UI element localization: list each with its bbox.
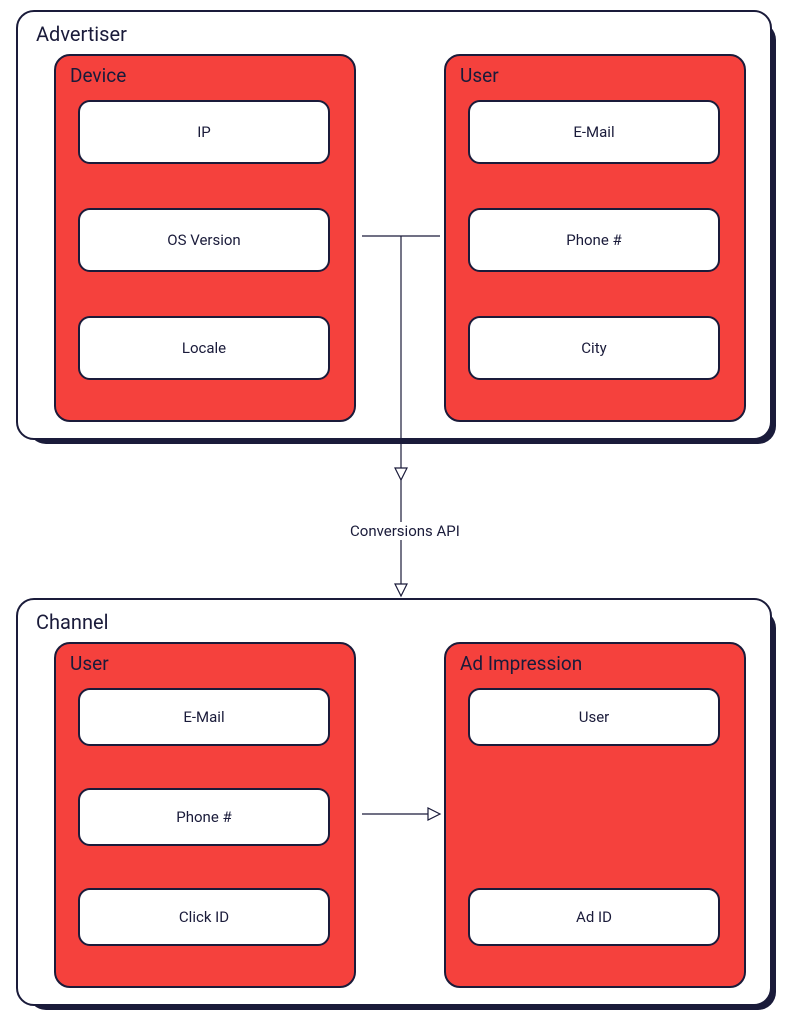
- device-item-ip-text: IP: [197, 123, 211, 141]
- adimp-adid: Ad ID: [468, 888, 720, 946]
- channel-user-group: User E-Mail Phone # Click ID: [54, 642, 356, 988]
- ch-user-phone: Phone #: [78, 788, 330, 846]
- device-item-locale: Locale: [78, 316, 330, 380]
- ch-user-email-text: E-Mail: [183, 708, 224, 726]
- channel-user-label: User: [70, 652, 109, 675]
- adv-user-phone: Phone #: [468, 208, 720, 272]
- ad-impression-label: Ad Impression: [460, 652, 582, 675]
- adv-user-email-text: E-Mail: [573, 123, 614, 141]
- adimp-adid-text: Ad ID: [576, 908, 612, 926]
- device-label: Device: [70, 64, 126, 87]
- device-item-ip: IP: [78, 100, 330, 164]
- channel-container: Channel User E-Mail Phone # Click ID Ad …: [16, 598, 772, 1006]
- ch-user-email: E-Mail: [78, 688, 330, 746]
- advertiser-label: Advertiser: [36, 22, 127, 46]
- adimp-user-text: User: [579, 708, 610, 726]
- advertiser-user-label: User: [460, 64, 499, 87]
- adv-user-city-text: City: [581, 339, 606, 357]
- ch-user-clickid: Click ID: [78, 888, 330, 946]
- conversions-api-label: Conversions API: [346, 522, 464, 540]
- ch-user-clickid-text: Click ID: [179, 908, 229, 926]
- device-group: Device IP OS Version Locale: [54, 54, 356, 422]
- adv-user-city: City: [468, 316, 720, 380]
- advertiser-user-group: User E-Mail Phone # City: [444, 54, 746, 422]
- advertiser-container: Advertiser Device IP OS Version Locale U…: [16, 10, 772, 440]
- adv-user-phone-text: Phone #: [566, 231, 621, 249]
- ad-impression-group: Ad Impression User Ad ID: [444, 642, 746, 988]
- channel-label: Channel: [36, 610, 108, 634]
- ch-user-phone-text: Phone #: [176, 808, 231, 826]
- device-item-locale-text: Locale: [182, 339, 226, 357]
- device-item-os: OS Version: [78, 208, 330, 272]
- device-item-os-text: OS Version: [167, 231, 240, 249]
- adimp-user: User: [468, 688, 720, 746]
- adv-user-email: E-Mail: [468, 100, 720, 164]
